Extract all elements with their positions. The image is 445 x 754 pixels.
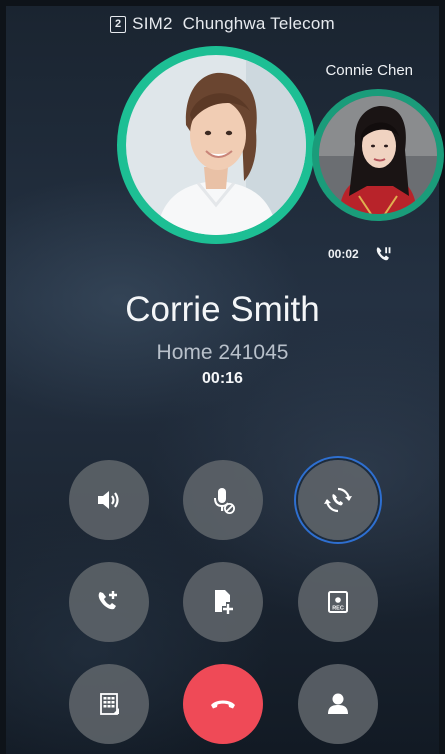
screen-frame-top (0, 0, 445, 6)
active-caller-avatar (117, 46, 315, 244)
mic-mute-icon (214, 488, 235, 514)
dialpad-button[interactable] (69, 664, 149, 744)
record-button[interactable]: REC (298, 562, 378, 642)
mute-button[interactable] (183, 460, 263, 540)
active-caller-name: Corrie Smith (125, 290, 320, 329)
active-call-duration: 00:16 (202, 370, 243, 387)
svg-text:REC: REC (332, 606, 344, 612)
speaker-icon (98, 491, 119, 509)
held-caller-photo (319, 96, 437, 214)
in-call-screen: 2 SIM2 Chunghwa Telecom Connie Chen 00:0… (0, 0, 445, 754)
contacts-button[interactable] (298, 664, 378, 744)
add-call-button[interactable] (69, 562, 149, 642)
swap-calls-button[interactable] (298, 460, 378, 540)
held-call-duration: 00:02 (328, 247, 359, 261)
sim-icon: 2 (110, 16, 127, 33)
add-note-icon (215, 590, 233, 614)
held-caller-name: Connie Chen (325, 62, 413, 79)
sim-status-bar: 2 SIM2 Chunghwa Telecom (0, 14, 445, 34)
carrier-name: Chunghwa Telecom (182, 14, 335, 33)
record-icon: REC (328, 591, 348, 613)
held-caller-avatar[interactable] (312, 89, 444, 227)
dialpad-icon (100, 693, 119, 715)
sim-label: SIM2 (132, 14, 173, 33)
end-call-button[interactable] (183, 664, 263, 744)
active-caller-number: Home 241045 (156, 341, 289, 364)
active-caller-photo (126, 55, 306, 235)
contact-icon (328, 693, 348, 714)
end-call-icon (211, 700, 235, 709)
call-on-hold-icon (374, 245, 392, 263)
add-call-icon (98, 591, 117, 610)
swap-call-icon (324, 487, 352, 513)
add-note-button[interactable] (183, 562, 263, 642)
speaker-button[interactable] (69, 460, 149, 540)
